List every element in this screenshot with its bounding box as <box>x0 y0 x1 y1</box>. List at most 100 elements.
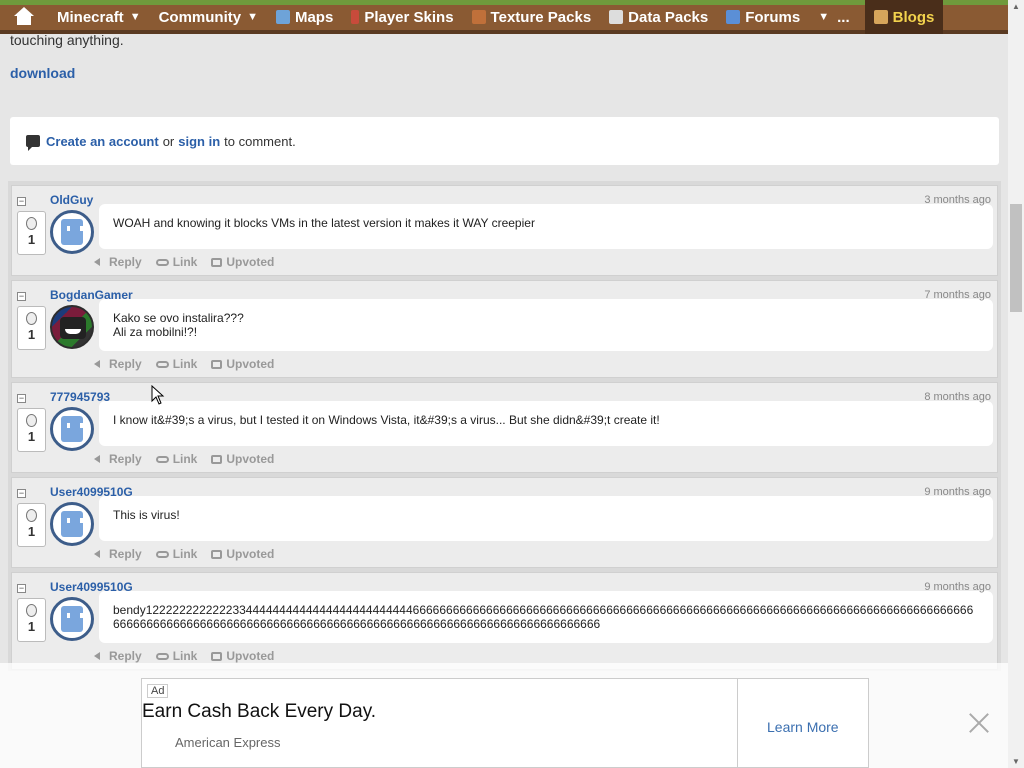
or-text: or <box>162 133 175 149</box>
nav-texture-packs[interactable]: Texture Packs <box>463 0 601 34</box>
ad-label: Ad <box>147 684 169 698</box>
page-scrollbar[interactable]: ▲ ▼ <box>1008 0 1024 768</box>
comment-icon <box>26 135 40 151</box>
ad-headline[interactable]: Earn Cash Back Every Day. <box>142 701 376 723</box>
vote-widget[interactable]: 1 <box>17 306 46 350</box>
upvoted-button[interactable]: Upvoted <box>211 649 274 663</box>
link-icon <box>155 550 169 558</box>
comment-timestamp: 9 months ago <box>924 486 991 498</box>
upvote-box-icon <box>211 359 223 369</box>
nav-player-skins[interactable]: Player Skins <box>342 0 462 34</box>
comment-actions: Reply Link Upvoted <box>12 446 997 472</box>
nav-maps[interactable]: Maps <box>267 0 342 34</box>
upvote-icon[interactable] <box>26 312 37 325</box>
vote-count: 1 <box>27 429 36 444</box>
create-account-link[interactable]: Create an account <box>46 134 159 149</box>
upvote-box-icon <box>211 454 223 464</box>
collapse-toggle[interactable]: − <box>17 292 26 301</box>
scroll-up-icon[interactable]: ▲ <box>1012 2 1020 11</box>
upvoted-button[interactable]: Upvoted <box>211 255 274 269</box>
sign-in-link[interactable]: sign in <box>178 134 220 149</box>
link-button[interactable]: Link <box>155 357 197 371</box>
top-nav: Minecraft ▼ Community ▼ Maps Player Skins … <box>0 0 1008 34</box>
collapse-toggle[interactable]: − <box>17 489 26 498</box>
home-icon <box>13 7 35 27</box>
collapse-toggle[interactable]: − <box>17 197 26 206</box>
upvoted-button[interactable]: Upvoted <box>211 547 274 561</box>
home-link[interactable] <box>4 0 48 34</box>
nav-community[interactable]: Community ▼ <box>150 0 267 34</box>
link-icon <box>155 455 169 463</box>
reply-icon <box>94 257 105 267</box>
vote-widget[interactable]: 1 <box>17 408 46 452</box>
comment-username[interactable]: OldGuy <box>50 193 93 207</box>
upvote-icon[interactable] <box>26 604 37 617</box>
avatar[interactable] <box>50 407 94 451</box>
ad-divider <box>737 679 738 768</box>
vote-widget[interactable]: 1 <box>17 598 46 642</box>
scrollbar-thumb[interactable] <box>1010 204 1022 312</box>
upvote-icon[interactable] <box>26 509 37 522</box>
link-icon <box>155 360 169 368</box>
comment-actions: Reply Link Upvoted <box>12 541 997 567</box>
upvoted-button[interactable]: Upvoted <box>211 452 274 466</box>
reply-button[interactable]: Reply <box>94 649 142 663</box>
reply-button[interactable]: Reply <box>94 255 142 269</box>
comment-username[interactable]: User4099510G <box>50 485 133 499</box>
ad-banner[interactable]: Ad Earn Cash Back Every Day. American Ex… <box>141 678 869 768</box>
comment-username[interactable]: User4099510G <box>50 580 133 594</box>
comment: − BogdanGamer 7 months ago 1 Kako se ovo… <box>11 280 998 378</box>
close-icon[interactable] <box>966 710 992 736</box>
comment-username[interactable]: 777945793 <box>50 390 110 404</box>
link-button[interactable]: Link <box>155 255 197 269</box>
comment-suffix: to comment. <box>224 133 296 149</box>
comment-body: Тhis is virus! <box>99 496 993 541</box>
scroll-down-icon[interactable]: ▼ <box>1012 757 1020 766</box>
page-content: Minecraft ▼ Community ▼ Maps Player Skins … <box>0 0 1008 768</box>
nav-forums[interactable]: Forums <box>717 0 809 34</box>
reply-button[interactable]: Reply <box>94 547 142 561</box>
vote-widget[interactable]: 1 <box>17 503 46 547</box>
vote-count: 1 <box>27 327 36 342</box>
comment-timestamp: 7 months ago <box>924 289 991 301</box>
link-button[interactable]: Link <box>155 452 197 466</box>
link-button[interactable]: Link <box>155 649 197 663</box>
reply-icon <box>94 651 105 661</box>
link-button[interactable]: Link <box>155 547 197 561</box>
comment-list: − OldGuy 3 months ago 1 WOAH and knowing… <box>8 181 1001 671</box>
chevron-down-icon: ▼ <box>818 11 830 23</box>
nav-blogs[interactable]: Blogs <box>864 0 944 34</box>
collapse-toggle[interactable]: − <box>17 584 26 593</box>
nav-minecraft[interactable]: Minecraft ▼ <box>48 0 150 34</box>
pickaxe-icon <box>471 10 486 24</box>
avatar[interactable] <box>50 305 94 349</box>
comment: − User4099510G 9 months ago 1 Тhis is vi… <box>11 477 998 568</box>
comment-username[interactable]: BogdanGamer <box>50 288 133 302</box>
collapse-toggle[interactable]: − <box>17 394 26 403</box>
comment-prompt: Create an account or sign in to comment. <box>10 117 999 165</box>
upvote-box-icon <box>211 651 223 661</box>
avatar[interactable] <box>50 210 94 254</box>
download-link[interactable]: download <box>10 65 75 81</box>
comment: − User4099510G 9 months ago 1 bendy12222… <box>11 572 998 670</box>
upvote-icon[interactable] <box>26 217 37 230</box>
skin-icon <box>351 10 360 24</box>
forum-icon <box>726 10 741 24</box>
avatar[interactable] <box>50 502 94 546</box>
comment-actions: Reply Link Upvoted <box>12 351 997 377</box>
nav-more[interactable]: ▼... <box>809 0 858 34</box>
learn-more-button[interactable]: Learn More <box>767 719 839 735</box>
comment: − OldGuy 3 months ago 1 WOAH and knowing… <box>11 185 998 276</box>
upvoted-button[interactable]: Upvoted <box>211 357 274 371</box>
reply-button[interactable]: Reply <box>94 357 142 371</box>
nav-data-packs[interactable]: Data Packs <box>600 0 717 34</box>
link-icon <box>155 258 169 266</box>
chevron-down-icon: ▼ <box>129 11 141 23</box>
article-text: touching anything. <box>10 32 124 48</box>
reply-button[interactable]: Reply <box>94 452 142 466</box>
vote-count: 1 <box>27 524 36 539</box>
vote-widget[interactable]: 1 <box>17 211 46 255</box>
avatar[interactable] <box>50 597 94 641</box>
vote-count: 1 <box>27 619 36 634</box>
upvote-icon[interactable] <box>26 414 37 427</box>
